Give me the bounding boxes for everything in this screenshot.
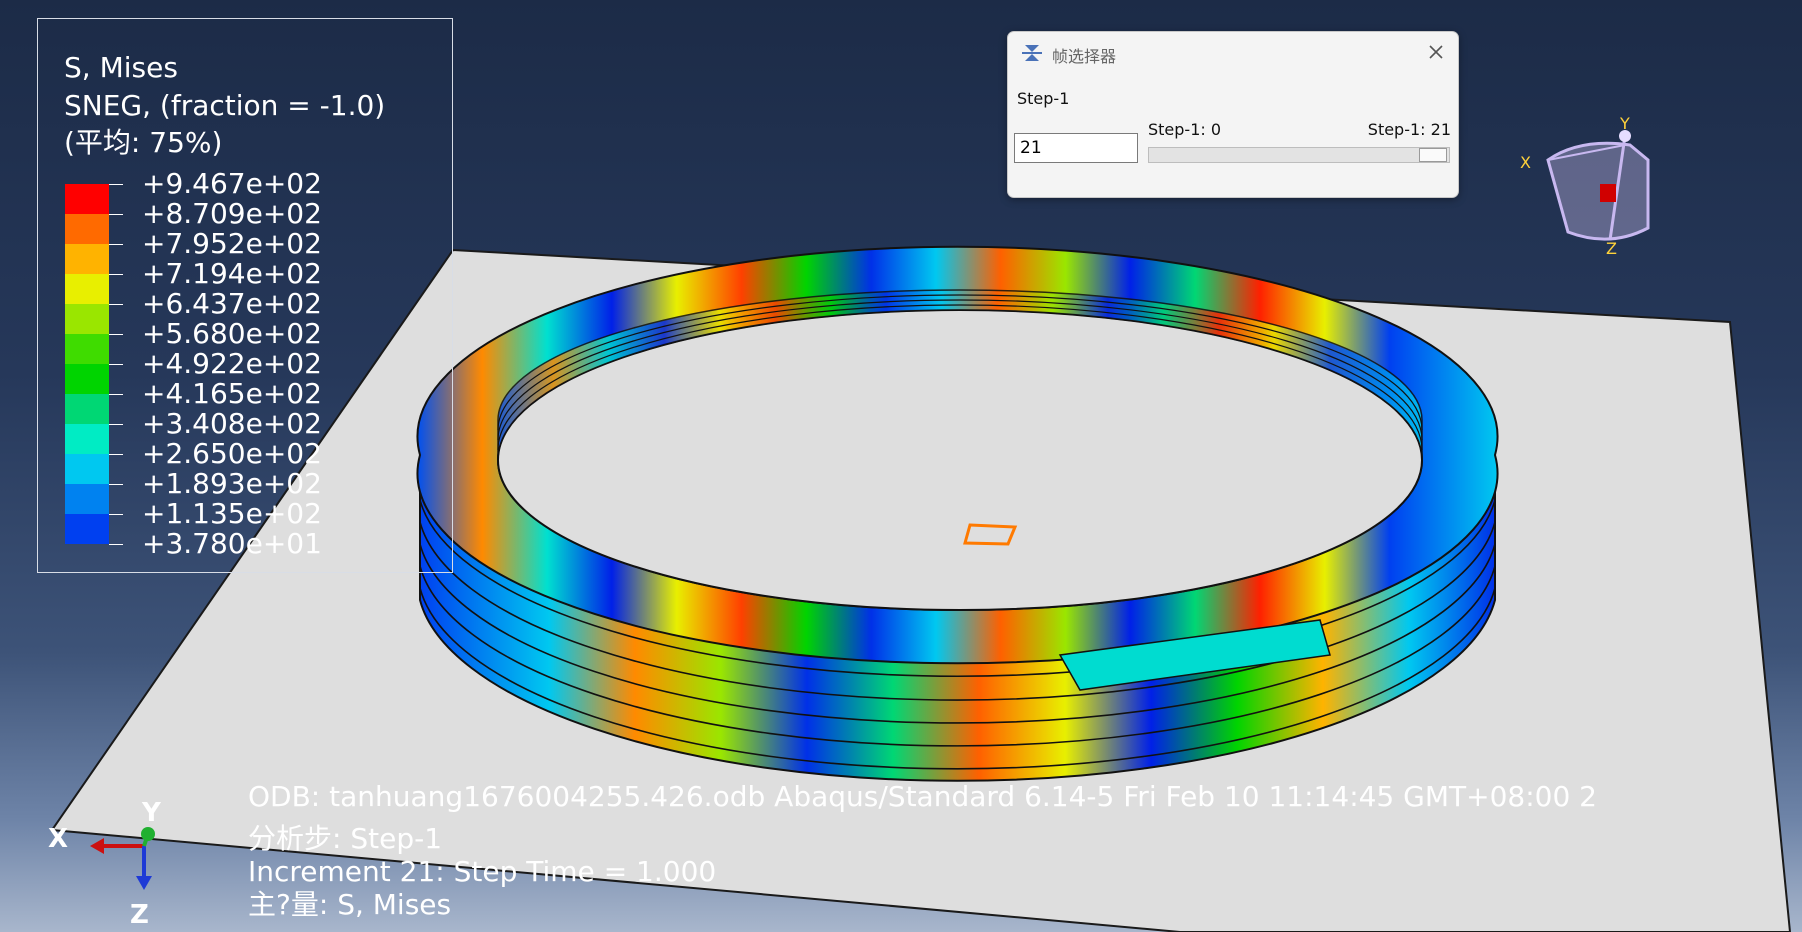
legend-value: +7.952e+02 [142, 227, 322, 260]
legend-value: +5.680e+02 [142, 317, 322, 350]
step-info-line: 分析步: Step-1 [248, 822, 443, 855]
legend-tick [109, 544, 123, 545]
legend-tick [109, 454, 123, 455]
legend-color-swatch [65, 364, 109, 394]
viewcube-y-label: Y [1620, 114, 1630, 133]
slider-max-label: Step-1: 21 [1367, 120, 1451, 139]
legend-color-swatch [65, 394, 109, 424]
legend-tick [109, 214, 123, 215]
close-icon[interactable] [1426, 42, 1446, 62]
legend-color-swatch [65, 304, 109, 334]
legend-value: +4.165e+02 [142, 377, 322, 410]
triad-x-label: X [48, 824, 69, 854]
frame-number-input[interactable] [1014, 133, 1138, 163]
legend-tick [109, 424, 123, 425]
legend-value: +8.709e+02 [142, 197, 322, 230]
legend-color-swatch [65, 424, 109, 454]
legend-value: +9.467e+02 [142, 167, 322, 200]
legend-color-swatch [65, 454, 109, 484]
legend-title-averaging: (平均: 75%) [64, 126, 223, 159]
legend-tick [109, 364, 123, 365]
dialog-title: 帧选择器 [1052, 47, 1117, 66]
legend-value: +3.780e+01 [142, 527, 322, 560]
legend-tick [109, 184, 123, 185]
legend-color-swatch [65, 334, 109, 364]
viewcube-z-label: Z [1606, 239, 1617, 258]
frame-selector-icon [1022, 45, 1042, 61]
variable-info-line: 主?量: S, Mises [248, 888, 452, 921]
legend-value: +4.922e+02 [142, 347, 322, 380]
legend-color-swatch [65, 514, 109, 544]
legend-color-swatch [65, 214, 109, 244]
legend-color-swatch [65, 244, 109, 274]
increment-info-line: Increment 21: Step Time = 1.000 [248, 855, 717, 888]
legend-tick [109, 244, 123, 245]
slider-min-label: Step-1: 0 [1148, 120, 1222, 139]
legend-value: +1.893e+02 [142, 467, 322, 500]
frame-selector-dialog[interactable]: 帧选择器 Step-1 Step-1: 0 Step-1: 21 [1007, 31, 1459, 198]
step-label: Step-1 [1017, 89, 1070, 108]
legend-value: +1.135e+02 [142, 497, 322, 530]
legend-color-swatch [65, 484, 109, 514]
legend-color-swatch [65, 274, 109, 304]
odb-info-line: ODB: tanhuang1676004255.426.odb Abaqus/S… [248, 780, 1597, 813]
legend-value: +6.437e+02 [142, 287, 322, 320]
legend-tick [109, 274, 123, 275]
legend-tick [109, 484, 123, 485]
inner-plate [497, 309, 1423, 611]
frame-slider-track[interactable] [1148, 147, 1450, 163]
legend-tick [109, 304, 123, 305]
legend-value: +3.408e+02 [142, 407, 322, 440]
viewcube-x-label: X [1520, 153, 1531, 172]
legend-color-swatch [65, 184, 109, 214]
contour-legend: S, Mises SNEG, (fraction = -1.0) (平均: 75… [37, 18, 453, 573]
legend-tick [109, 514, 123, 515]
legend-value: +2.650e+02 [142, 437, 322, 470]
legend-title-variable: S, Mises [64, 51, 178, 84]
legend-tick [109, 334, 123, 335]
view-cube[interactable] [1546, 130, 1650, 241]
triad-z-label: Z [130, 900, 149, 930]
frame-slider-thumb[interactable] [1419, 148, 1447, 162]
legend-value: +7.194e+02 [142, 257, 322, 290]
legend-tick [109, 394, 123, 395]
triad-y-label: Y [142, 798, 161, 828]
legend-title-section: SNEG, (fraction = -1.0) [64, 89, 386, 122]
